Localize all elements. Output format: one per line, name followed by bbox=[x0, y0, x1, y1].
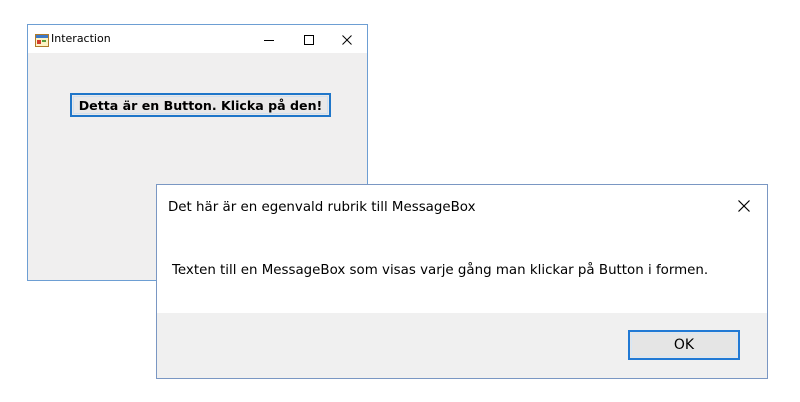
ok-button-label: OK bbox=[673, 337, 695, 353]
message-box-text: Texten till en MessageBox som visas varj… bbox=[172, 263, 709, 278]
maximize-icon bbox=[304, 30, 314, 49]
message-box-titlebar[interactable]: Det här är en egenvald rubrik till Messa… bbox=[157, 185, 767, 229]
desktop-canvas: Interaction Detta är en Button. Klicka p… bbox=[0, 0, 800, 402]
main-action-button[interactable]: Detta är en Button. Klicka på den! bbox=[70, 93, 331, 117]
main-action-button-label: Detta är en Button. Klicka på den! bbox=[78, 97, 323, 113]
minimize-button[interactable] bbox=[249, 25, 289, 53]
message-box-body: Texten till en MessageBox som visas varj… bbox=[157, 229, 767, 313]
close-button[interactable] bbox=[327, 25, 367, 53]
close-icon bbox=[342, 30, 352, 49]
maximize-button[interactable] bbox=[289, 25, 329, 53]
message-box-close-button[interactable] bbox=[729, 193, 759, 219]
message-box-title: Det här är en egenvald rubrik till Messa… bbox=[168, 200, 476, 215]
window-title: Interaction bbox=[51, 32, 111, 45]
minimize-icon bbox=[264, 30, 274, 49]
ok-button[interactable]: OK bbox=[628, 330, 740, 360]
close-icon bbox=[738, 197, 750, 216]
message-box-footer: OK bbox=[157, 313, 767, 378]
form-titlebar[interactable]: Interaction bbox=[28, 25, 367, 53]
message-box-dialog: Det här är en egenvald rubrik till Messa… bbox=[156, 184, 768, 379]
app-form-icon bbox=[35, 32, 49, 47]
